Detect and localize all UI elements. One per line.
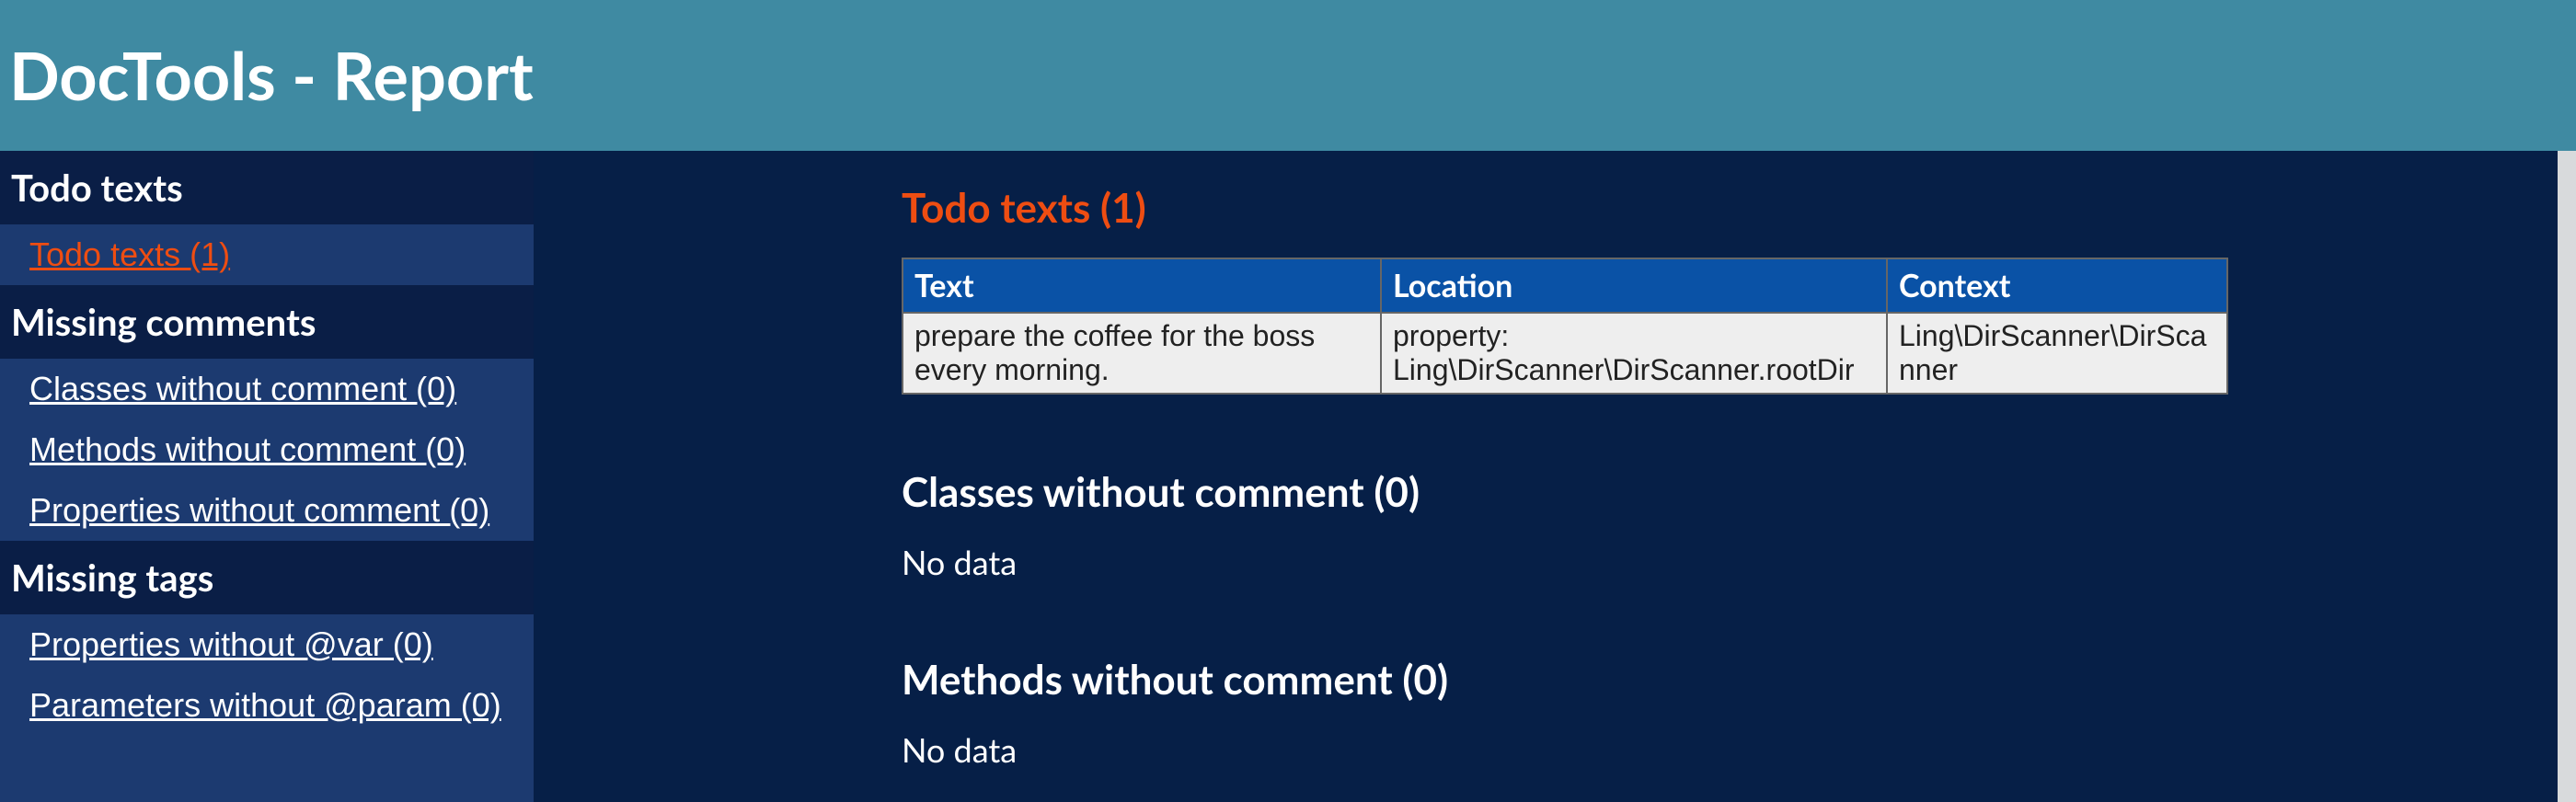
sidebar: Todo texts Todo texts (1) Missing commen… bbox=[0, 151, 534, 802]
section-classes-without-comment: Classes without comment (0) No data bbox=[902, 468, 2502, 582]
col-header-text: Text bbox=[903, 258, 1381, 313]
body: Todo texts Todo texts (1) Missing commen… bbox=[0, 151, 2576, 802]
header: DocTools - Report bbox=[0, 0, 2576, 151]
empty-message: No data bbox=[902, 542, 2502, 582]
section-heading: Methods without comment (0) bbox=[902, 656, 2502, 704]
page-title: DocTools - Report bbox=[9, 36, 534, 115]
section-todo-texts: Todo texts (1) Text Location Context pre… bbox=[902, 184, 2502, 395]
sidebar-item-properties-without-var[interactable]: Properties without @var (0) bbox=[0, 614, 534, 675]
sidebar-item-properties-without-comment[interactable]: Properties without comment (0) bbox=[0, 480, 534, 541]
cell-context: Ling\DirScanner\DirScanner bbox=[1887, 313, 2227, 394]
table-header-row: Text Location Context bbox=[903, 258, 2227, 313]
cell-location: property: Ling\DirScanner\DirScanner.roo… bbox=[1381, 313, 1887, 394]
section-heading: Classes without comment (0) bbox=[902, 468, 2502, 516]
empty-message: No data bbox=[902, 729, 2502, 770]
sidebar-group-title: Todo texts bbox=[0, 151, 534, 224]
col-header-location: Location bbox=[1381, 258, 1887, 313]
sidebar-group-title: Missing tags bbox=[0, 541, 534, 614]
sidebar-item-parameters-without-param[interactable]: Parameters without @param (0) bbox=[0, 675, 534, 736]
section-methods-without-comment: Methods without comment (0) No data bbox=[902, 656, 2502, 770]
col-header-context: Context bbox=[1887, 258, 2227, 313]
cell-text: prepare the coffee for the boss every mo… bbox=[903, 313, 1381, 394]
sidebar-item-methods-without-comment[interactable]: Methods without comment (0) bbox=[0, 419, 534, 480]
sidebar-item-todo-texts[interactable]: Todo texts (1) bbox=[0, 224, 534, 285]
sidebar-group-title: Missing comments bbox=[0, 285, 534, 359]
table-row: prepare the coffee for the boss every mo… bbox=[903, 313, 2227, 394]
section-heading: Todo texts (1) bbox=[902, 184, 2502, 232]
todo-table: Text Location Context prepare the coffee… bbox=[902, 258, 2228, 395]
sidebar-item-classes-without-comment[interactable]: Classes without comment (0) bbox=[0, 359, 534, 419]
scrollbar-track[interactable] bbox=[2558, 151, 2576, 802]
main-content: Todo texts (1) Text Location Context pre… bbox=[534, 151, 2558, 802]
